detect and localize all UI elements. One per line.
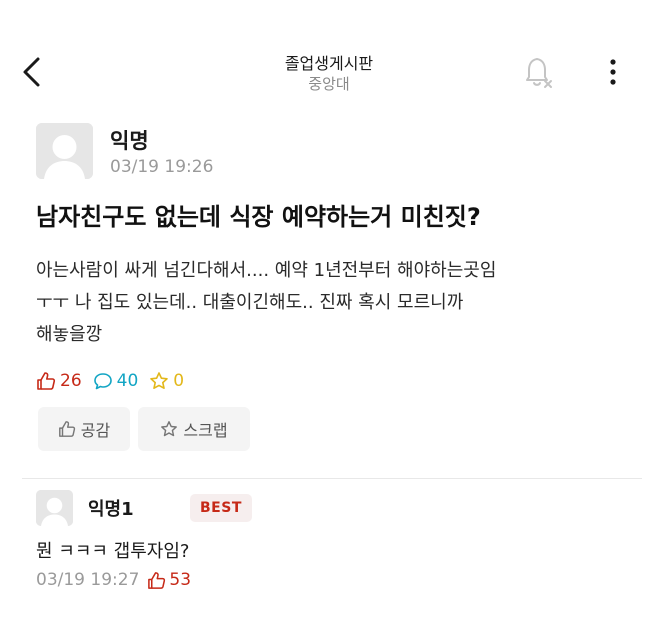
bell-off-icon xyxy=(526,58,552,88)
comment-author-name: 익명1 xyxy=(88,499,134,520)
scrap-button[interactable]: 스크랩 xyxy=(138,407,250,451)
comment-meta: 03/19 19:27 53 xyxy=(36,570,191,590)
post-body-line: ㅜㅜ 나 집도 있는데.. 대출이긴해도.. 진짜 혹시 모르니까 xyxy=(36,292,464,313)
default-avatar-icon xyxy=(36,490,73,526)
divider xyxy=(22,478,642,479)
thumbs-up-icon xyxy=(58,421,75,437)
like-count: 26 xyxy=(36,371,82,391)
more-options-button[interactable] xyxy=(598,52,628,92)
comment-author-row: 익명1 BEST xyxy=(36,490,436,526)
post-author-row: 익명 03/19 19:26 xyxy=(36,123,436,179)
post-title: 남자친구도 없는데 식장 예약하는거 미친짓? xyxy=(36,203,481,231)
thumbs-up-icon xyxy=(37,372,56,390)
post-timestamp: 03/19 19:26 xyxy=(110,157,214,177)
more-vertical-icon xyxy=(610,59,616,85)
post-body: 아는사람이 싸게 넘긴다해서.... 예약 1년전부터 해야하는곳임 ㅜㅜ 나 … xyxy=(36,255,596,351)
board-title: 졸업생게시판 xyxy=(284,54,374,73)
scrap-button-label: 스크랩 xyxy=(183,421,228,440)
comment-body: 뭔 ㅋㅋㅋ 갭투자임? xyxy=(36,541,190,562)
like-button[interactable]: 공감 xyxy=(38,407,130,451)
default-avatar-icon xyxy=(36,123,93,179)
board-subtitle: 중앙대 xyxy=(308,75,350,93)
speech-bubble-icon xyxy=(93,373,112,390)
avatar xyxy=(36,490,73,526)
post-stats: 26 40 0 xyxy=(36,369,195,393)
comment-like-count: 53 xyxy=(147,570,191,590)
top-bar: 졸업생게시판 중앙대 xyxy=(0,0,658,112)
author-name: 익명 xyxy=(110,129,149,153)
post-body-line: 해놓을깡 xyxy=(36,324,103,345)
notification-toggle-button[interactable] xyxy=(522,52,556,92)
scrap-count: 0 xyxy=(149,371,184,391)
star-icon xyxy=(161,421,178,437)
best-badge: BEST xyxy=(190,494,252,522)
like-button-label: 공감 xyxy=(80,421,111,440)
thumbs-up-icon xyxy=(148,571,166,589)
avatar xyxy=(36,123,93,179)
comment-timestamp: 03/19 19:27 xyxy=(36,570,140,590)
star-icon xyxy=(150,372,169,389)
post-actions: 공감 스크랩 xyxy=(38,407,258,451)
comment-count: 40 xyxy=(93,371,138,391)
post-body-line: 아는사람이 싸게 넘긴다해서.... 예약 1년전부터 해야하는곳임 xyxy=(36,260,497,281)
